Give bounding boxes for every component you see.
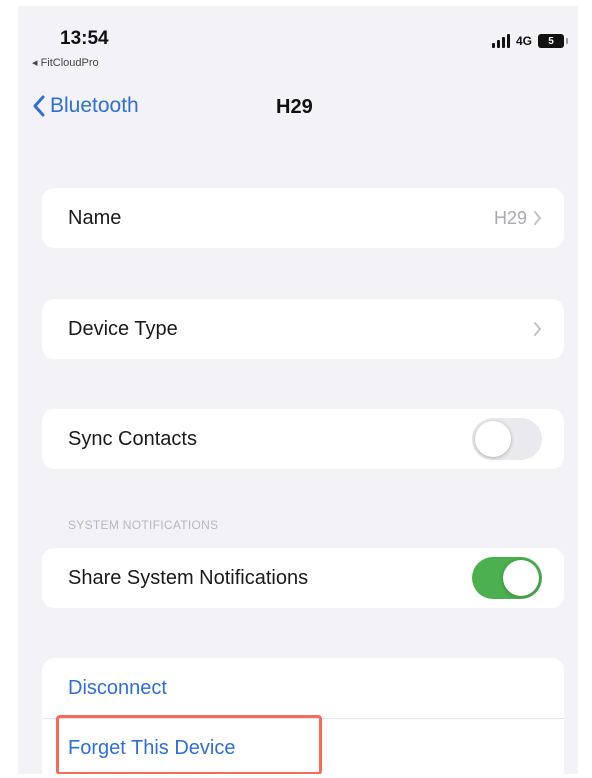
chevron-left-icon: [33, 95, 45, 117]
sync-contacts-group: Sync Contacts: [42, 409, 564, 469]
device-type-group: Device Type: [42, 299, 564, 359]
status-time: 13:54: [60, 28, 109, 49]
battery-level: 5: [548, 35, 554, 47]
status-bar: 13:54 ◂ FitCloudPro 4G 5: [18, 6, 578, 81]
name-row[interactable]: Name H29: [42, 188, 564, 248]
page-title: H29: [276, 96, 313, 118]
sync-contacts-toggle[interactable]: [472, 418, 542, 460]
section-header-system-notifications: SYSTEM NOTIFICATIONS: [68, 518, 219, 532]
share-notifications-row: Share System Notifications: [42, 548, 564, 608]
name-detail: H29: [494, 208, 542, 229]
system-notifications-group: Share System Notifications: [42, 548, 564, 608]
name-value: H29: [493, 207, 527, 228]
toggle-knob: [475, 421, 511, 457]
chevron-right-icon: [534, 211, 542, 225]
device-type-row[interactable]: Device Type: [42, 299, 564, 359]
back-button-label: Bluetooth: [50, 94, 139, 117]
forget-device-button[interactable]: Forget This Device: [42, 718, 564, 774]
share-notifications-label: Share System Notifications: [68, 566, 309, 589]
disconnect-label: Disconnect: [68, 676, 167, 699]
name-label: Name: [68, 206, 122, 229]
navigation-bar: Bluetooth H29: [18, 88, 578, 132]
signal-icon: [491, 34, 510, 48]
back-to-app-link[interactable]: ◂ FitCloudPro: [32, 56, 99, 69]
disconnect-button[interactable]: Disconnect: [42, 658, 564, 718]
actions-group: Disconnect Forget This Device: [42, 658, 564, 774]
device-type-detail: [533, 322, 542, 336]
network-type: 4G: [515, 34, 532, 48]
chevron-right-icon: [534, 322, 542, 336]
toggle-knob: [503, 560, 539, 596]
sync-contacts-row: Sync Contacts: [42, 409, 564, 469]
sync-contacts-label: Sync Contacts: [68, 427, 197, 450]
settings-screen: 13:54 ◂ FitCloudPro 4G 5 Bluetooth H29 N…: [18, 6, 578, 774]
device-type-label: Device Type: [68, 317, 178, 340]
status-indicators: 4G 5: [491, 34, 568, 48]
battery-icon: 5: [538, 34, 568, 48]
back-app-label: FitCloudPro: [40, 57, 99, 69]
name-group: Name H29: [42, 188, 564, 248]
share-notifications-toggle[interactable]: [472, 557, 542, 599]
forget-device-label: Forget This Device: [68, 737, 236, 759]
back-button[interactable]: Bluetooth: [32, 94, 139, 118]
